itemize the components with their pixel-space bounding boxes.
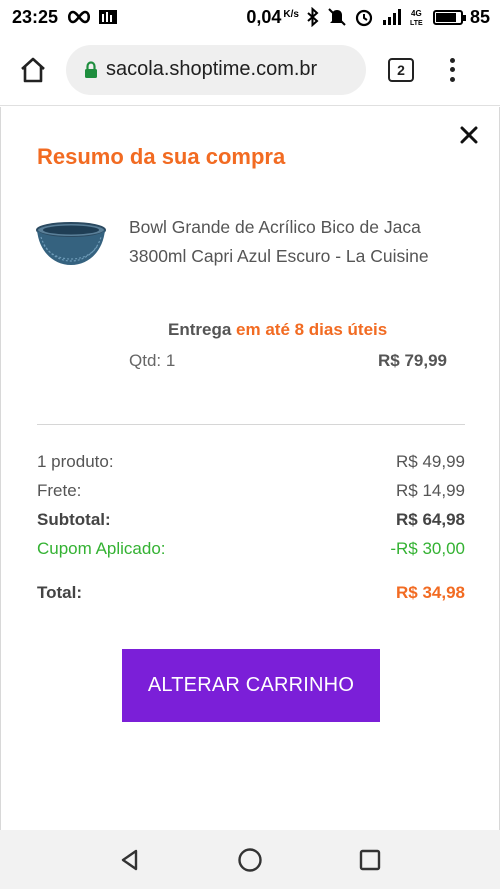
back-button[interactable] [115,845,145,875]
summary-products-row: 1 produto: R$ 49,99 [37,452,465,471]
more-vert-icon[interactable] [440,55,464,85]
recents-button[interactable] [355,845,385,875]
change-cart-button[interactable]: ALTERAR CARRINHO [122,649,380,722]
summary-shipping-row: Frete: R$ 14,99 [37,481,465,500]
divider [37,424,465,425]
back-triangle-icon [121,849,138,870]
product-price: R$ 79,99 [378,351,447,370]
home-circle-icon [238,847,262,872]
delivery-estimate: Entrega em até 8 dias úteis [168,320,388,339]
status-bar: 23:25 0,04 K/s 4G LTE 85 [0,0,500,34]
summary-total-row: Total: R$ 34,98 [37,583,465,602]
signal-icon [382,9,401,25]
home-icon [21,57,45,82]
close-button[interactable] [457,123,481,147]
mute-icon [328,8,346,26]
gallery-icon [99,10,118,24]
product-image[interactable] [35,221,107,269]
tab-count: 2 [388,57,414,82]
svg-text:LTE: LTE [410,20,423,27]
battery-level: 85 [469,6,490,27]
infinity-icon [68,10,91,24]
url-bar[interactable]: sacola.shoptime.com.br [66,44,366,95]
tab-switcher-button[interactable]: 2 [386,55,416,85]
url-text: sacola.shoptime.com.br [106,58,318,80]
page-content: Resumo da sua compra Bowl Grande de Acrí… [0,107,500,830]
home-button[interactable] [14,51,52,89]
lte-icon: 4G LTE [410,9,423,27]
alarm-icon [355,9,373,27]
purchase-summary-modal: Resumo da sua compra Bowl Grande de Acrí… [0,107,500,830]
system-nav-bar [0,830,500,889]
status-time: 23:25 [12,6,59,27]
svg-text:4G: 4G [411,9,422,18]
battery-icon [432,9,466,25]
summary-coupon-row: Cupom Aplicado: -R$ 30,00 [37,539,465,558]
recents-square-icon [359,849,381,870]
bluetooth-icon [307,7,319,27]
lock-icon [85,60,97,78]
net-speed: 0,04 K/s [246,6,299,27]
product-name[interactable]: Bowl Grande de Acrílico Bico de Jaca 380… [129,213,459,271]
close-icon [460,126,478,144]
browser-toolbar: sacola.shoptime.com.br 2 [0,34,500,106]
modal-title: Resumo da sua compra [37,144,286,169]
summary-subtotal-row: Subtotal: R$ 64,98 [37,510,465,529]
home-nav-button[interactable] [235,845,265,875]
product-quantity: Qtd: 1 [129,351,176,370]
